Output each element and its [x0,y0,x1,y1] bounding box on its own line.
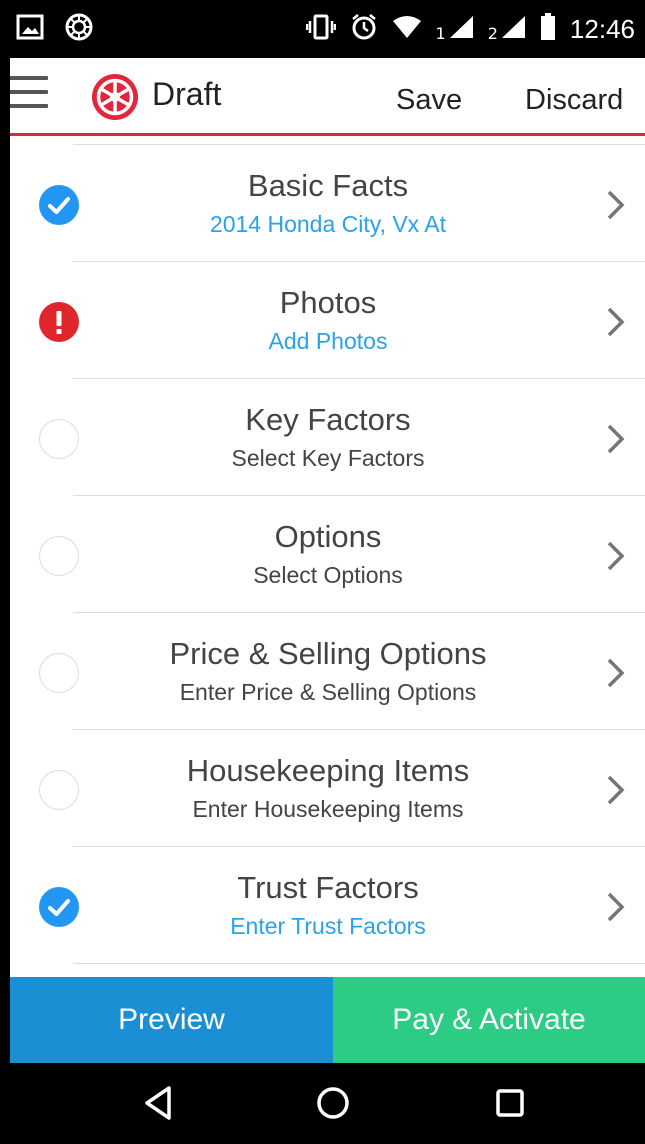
chevron-right-icon [607,424,625,454]
chevron-right-icon [607,541,625,571]
chevron-right-icon [607,307,625,337]
page-title: Draft [152,76,222,112]
back-triangle-icon[interactable] [139,1083,179,1123]
section-subtitle: Enter Trust Factors [230,913,426,939]
chevron-right-icon [607,658,625,688]
section-title: Basic Facts [247,168,409,203]
section-subtitle: Enter Housekeeping Items [192,796,464,822]
check-done-icon [39,185,79,225]
steering-wheel-icon [64,12,94,46]
section-title: Housekeeping Items [186,753,470,788]
check-done-icon [39,887,79,927]
recent-apps-square-icon[interactable] [490,1083,530,1123]
empty-circle-icon [39,536,79,576]
section-subtitle: 2014 Honda City, Vx At [209,211,447,237]
save-button[interactable]: Save [396,84,462,117]
section-row-photos[interactable]: Photos Add Photos [10,262,645,379]
sim1-label: 1 [435,24,446,43]
signal-icon [448,15,474,43]
battery-icon [540,13,556,45]
pay-activate-button[interactable]: Pay & Activate [333,977,645,1063]
preview-button[interactable]: Preview [10,977,333,1063]
section-title: Key Factors [245,402,411,437]
section-subtitle: Select Key Factors [231,445,425,471]
section-row-basic-facts[interactable]: Basic Facts 2014 Honda City, Vx At [10,145,645,262]
home-circle-icon[interactable] [313,1083,353,1123]
section-title: Trust Factors [237,870,419,905]
empty-circle-icon [39,770,79,810]
hamburger-menu-icon[interactable] [10,76,48,116]
app-screen: Draft Save Discard Basic Facts 2014 Hond… [10,58,645,1063]
chevron-right-icon [607,892,625,922]
signal-icon [500,15,526,43]
sim2-label: 2 [487,24,498,43]
status-bar: 1 2 12:46 [0,0,645,58]
empty-circle-icon [39,419,79,459]
section-row-key-factors[interactable]: Key Factors Select Key Factors [10,379,645,496]
section-row-housekeeping-items[interactable]: Housekeeping Items Enter Housekeeping It… [10,730,645,847]
alert-error-icon [39,302,79,342]
wifi-icon [392,15,422,43]
section-title: Photos [279,285,377,320]
vibrate-icon [305,14,336,44]
system-nav-bar [0,1063,645,1144]
section-subtitle: Add Photos [268,328,388,354]
section-title: Options [274,519,382,554]
discard-button[interactable]: Discard [525,84,623,117]
app-bar: Draft Save Discard [10,58,645,136]
section-subtitle: Enter Price & Selling Options [179,679,477,705]
bottom-action-bar: Preview Pay & Activate [10,977,645,1063]
status-time: 12:46 [569,13,635,44]
section-row-options[interactable]: Options Select Options [10,496,645,613]
alarm-icon [350,13,378,45]
row-divider [73,963,645,964]
section-subtitle: Select Options [253,562,403,588]
section-row-price-selling-options[interactable]: Price & Selling Options Enter Price & Se… [10,613,645,730]
chevron-right-icon [607,190,625,220]
empty-circle-icon [39,653,79,693]
section-title: Price & Selling Options [169,636,487,671]
wheel-logo-icon [90,72,140,122]
section-row-trust-factors[interactable]: Trust Factors Enter Trust Factors [10,847,645,964]
chevron-right-icon [607,775,625,805]
picture-icon [16,14,44,44]
